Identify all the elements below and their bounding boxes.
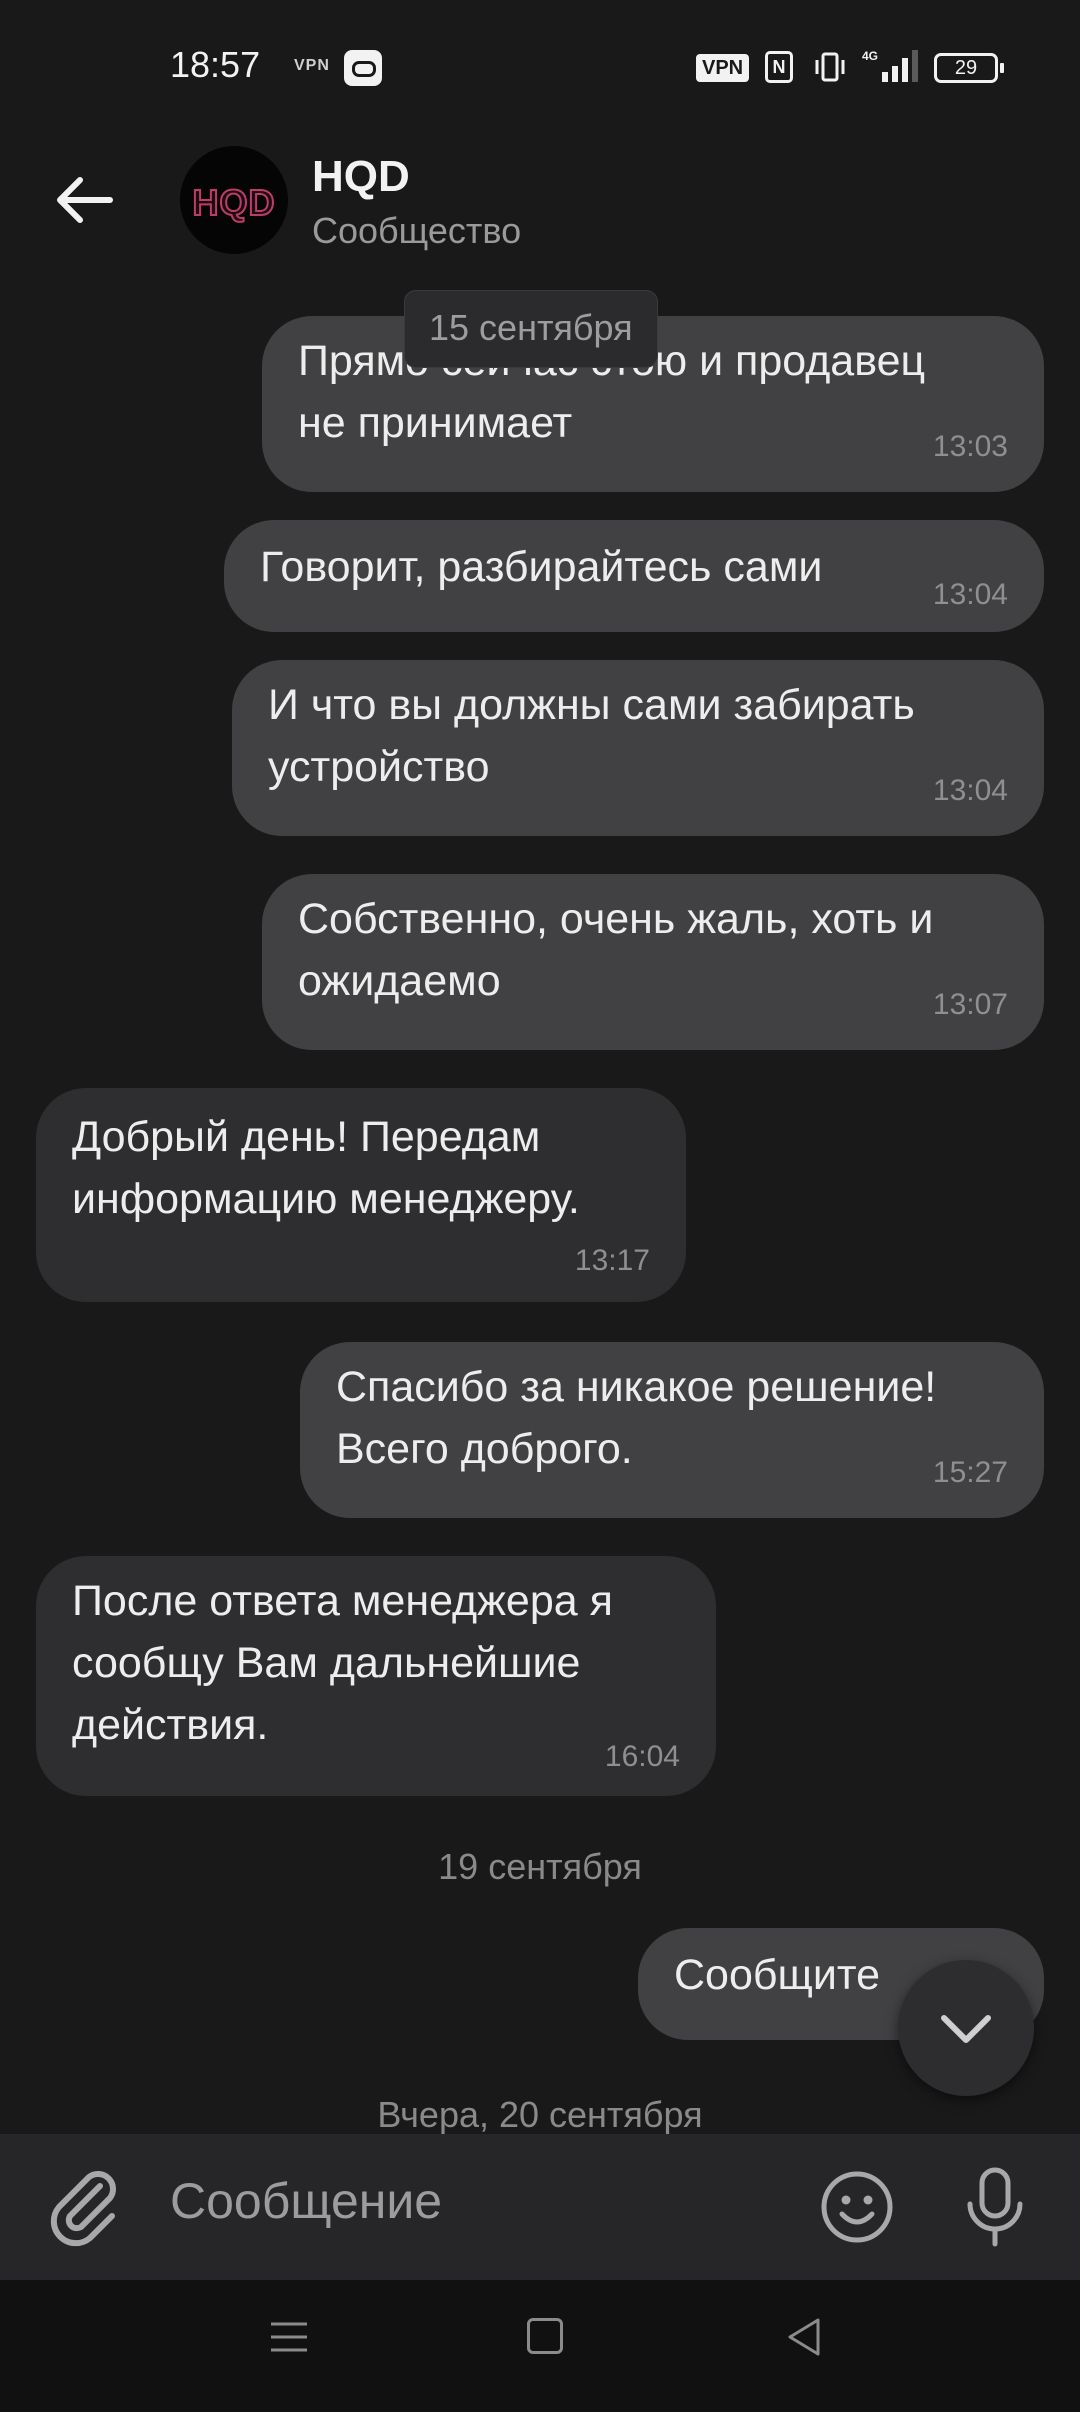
svg-text:4G: 4G xyxy=(862,49,878,63)
signal-icon: 4G xyxy=(862,49,918,82)
status-bar: 18:57 VPN VPN N 4G 29 xyxy=(0,0,1080,130)
avatar[interactable]: HQD xyxy=(180,146,288,254)
message-time: 13:04 xyxy=(932,578,1008,611)
chat-title[interactable]: HQD xyxy=(312,152,410,202)
status-time: 18:57 xyxy=(170,44,261,85)
message-bubble[interactable]: И что вы должны сами забирать устройство… xyxy=(232,660,1044,836)
message-text: Добрый день! Передам информацию менеджер… xyxy=(72,1113,580,1223)
message-bubble[interactable]: Собственно, очень жаль, хоть и ожидаемо … xyxy=(262,874,1044,1050)
message-time: 16:04 xyxy=(604,1740,680,1773)
nav-back-icon[interactable] xyxy=(782,2314,824,2360)
message-time: 13:03 xyxy=(932,430,1008,463)
home-icon[interactable] xyxy=(527,2318,563,2354)
message-time: 13:07 xyxy=(932,988,1008,1021)
scroll-down-button[interactable] xyxy=(898,1960,1034,2096)
microphone-icon[interactable] xyxy=(958,2164,1032,2250)
message-text: И что вы должны сами забирать устройство xyxy=(268,681,915,791)
chat-header: HQD HQD Сообщество xyxy=(0,130,1080,278)
message-bubble[interactable]: Добрый день! Передам информацию менеджер… xyxy=(36,1088,686,1302)
recent-apps-icon[interactable] xyxy=(268,2316,310,2358)
message-input[interactable]: Сообщение xyxy=(170,2172,442,2230)
message-list[interactable]: Прямо сейчас стою и продавец не принимае… xyxy=(0,278,1080,2134)
chat-subtitle: Сообщество xyxy=(312,210,522,251)
floating-date-pill: 15 сентября xyxy=(404,290,658,368)
app-notification-icon xyxy=(344,50,382,86)
battery-icon: 29 xyxy=(934,53,1004,83)
system-navigation-bar xyxy=(0,2280,1080,2412)
date-separator: 19 сентября xyxy=(438,1846,642,1887)
chevron-down-icon xyxy=(941,2015,991,2043)
message-text: Спасибо за никакое решение! Всего доброг… xyxy=(336,1363,937,1473)
date-separator: Вчера, 20 сентября xyxy=(377,2094,703,2134)
message-text: Говорит, разбирайтесь сами xyxy=(260,543,823,591)
message-text: После ответа менеджера я сообщу Вам даль… xyxy=(72,1577,613,1749)
message-time: 13:17 xyxy=(574,1244,650,1277)
message-bubble[interactable]: Говорит, разбирайтесь сами 13:04 xyxy=(224,520,1044,632)
message-bubble[interactable]: После ответа менеджера я сообщу Вам даль… xyxy=(36,1556,716,1796)
vibrate-icon xyxy=(815,52,845,82)
avatar-logo-text: HQD xyxy=(192,181,276,224)
back-button[interactable] xyxy=(48,164,120,236)
vpn-indicator: VPN xyxy=(294,57,330,74)
paperclip-icon[interactable] xyxy=(44,2164,124,2248)
message-bubble[interactable]: Спасибо за никакое решение! Всего доброг… xyxy=(300,1342,1044,1518)
emoji-icon[interactable] xyxy=(818,2168,896,2246)
vpn-badge: VPN xyxy=(696,54,750,82)
message-time: 13:04 xyxy=(932,774,1008,807)
message-time: 15:27 xyxy=(932,1456,1008,1489)
nfc-icon: N xyxy=(765,51,793,83)
message-text: Собственно, очень жаль, хоть и ожидаемо xyxy=(298,895,934,1005)
message-text: Сообщите xyxy=(674,1951,881,1999)
composer-bar: Сообщение xyxy=(0,2134,1080,2280)
